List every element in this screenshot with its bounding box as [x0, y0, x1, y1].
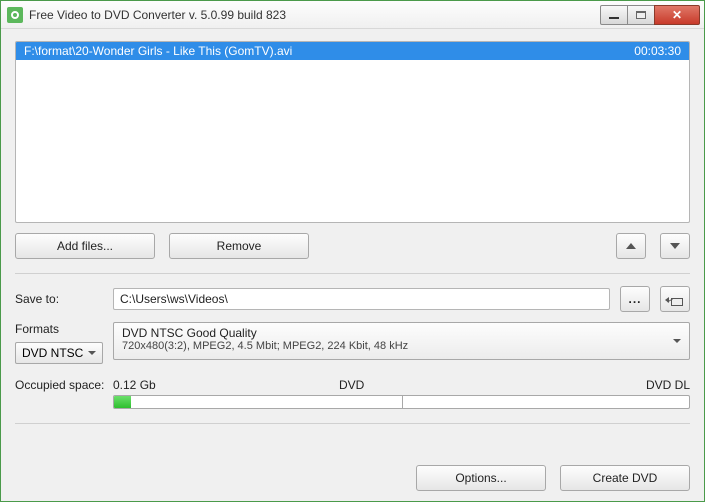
formats-combo-value: DVD NTSC	[22, 346, 83, 360]
format-detail-spec: 720x480(3:2), MPEG2, 4.5 Mbit; MPEG2, 22…	[122, 340, 681, 352]
create-dvd-button[interactable]: Create DVD	[560, 465, 690, 491]
maximize-button[interactable]	[627, 5, 655, 25]
file-list[interactable]: F:\format\20-Wonder Girls - Like This (G…	[15, 41, 690, 223]
divider	[15, 273, 690, 274]
browse-button[interactable]: ...	[620, 286, 650, 312]
close-icon: ✕	[672, 8, 682, 22]
move-up-button[interactable]	[616, 233, 646, 259]
window-title: Free Video to DVD Converter v. 5.0.99 bu…	[29, 8, 286, 22]
add-files-button[interactable]: Add files...	[15, 233, 155, 259]
maximize-icon	[636, 11, 646, 19]
save-to-input[interactable]	[113, 288, 610, 310]
chevron-down-icon	[88, 351, 96, 355]
formats-combo[interactable]: DVD NTSC	[15, 342, 103, 364]
titlebar[interactable]: Free Video to DVD Converter v. 5.0.99 bu…	[1, 1, 704, 29]
arrow-up-icon	[626, 243, 636, 249]
close-button[interactable]: ✕	[654, 5, 700, 25]
ellipsis-icon: ...	[628, 292, 641, 306]
file-duration: 00:03:30	[634, 44, 681, 58]
open-folder-icon	[667, 294, 683, 304]
dvd-marker-label: DVD	[163, 378, 630, 392]
app-icon	[7, 7, 23, 23]
format-detail-title: DVD NTSC Good Quality	[122, 326, 681, 340]
move-down-button[interactable]	[660, 233, 690, 259]
minimize-button[interactable]	[600, 5, 628, 25]
add-files-label: Add files...	[57, 239, 113, 253]
remove-button[interactable]: Remove	[169, 233, 309, 259]
divider	[15, 423, 690, 424]
create-dvd-label: Create DVD	[593, 471, 658, 485]
occupied-space-label: Occupied space:	[15, 378, 113, 392]
app-window: Free Video to DVD Converter v. 5.0.99 bu…	[0, 0, 705, 502]
file-path: F:\format\20-Wonder Girls - Like This (G…	[24, 44, 634, 58]
dvd-tick	[402, 395, 403, 409]
formats-label: Formats	[15, 322, 103, 336]
options-button[interactable]: Options...	[416, 465, 546, 491]
minimize-icon	[609, 17, 619, 19]
file-list-item[interactable]: F:\format\20-Wonder Girls - Like This (G…	[16, 42, 689, 60]
occupied-space-progress	[113, 395, 690, 409]
occupied-space-value: 0.12 Gb	[113, 378, 163, 392]
dvd-dl-marker-label: DVD DL	[630, 378, 690, 392]
client-area: F:\format\20-Wonder Girls - Like This (G…	[1, 29, 704, 501]
progress-fill	[114, 396, 131, 408]
chevron-down-icon	[673, 339, 681, 343]
remove-label: Remove	[217, 239, 262, 253]
window-controls: ✕	[601, 5, 700, 25]
arrow-down-icon	[670, 243, 680, 249]
options-label: Options...	[455, 471, 506, 485]
format-detail-combo[interactable]: DVD NTSC Good Quality 720x480(3:2), MPEG…	[113, 322, 690, 360]
save-to-label: Save to:	[15, 292, 103, 306]
open-folder-button[interactable]	[660, 286, 690, 312]
